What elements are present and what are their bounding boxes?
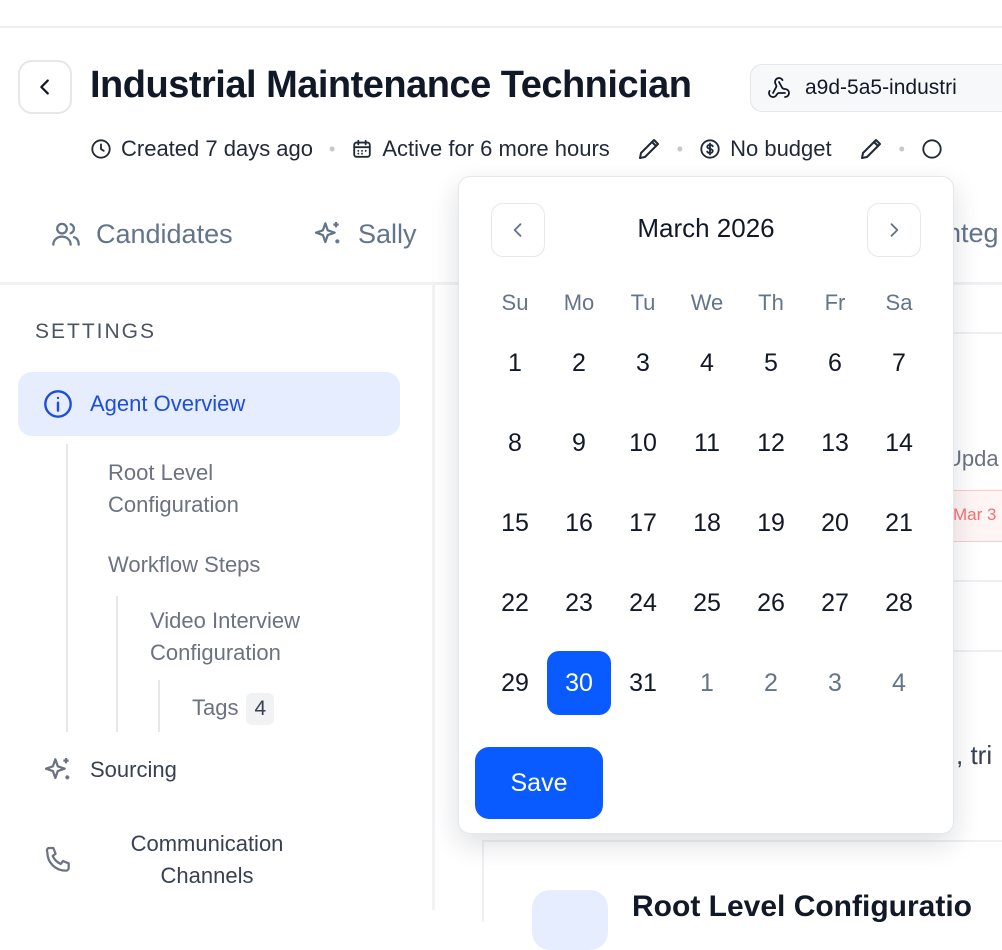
budget-text: No budget bbox=[730, 136, 832, 161]
save-button[interactable]: Save bbox=[475, 747, 603, 819]
tab-label: Sally bbox=[358, 218, 417, 249]
calendar-day[interactable]: 1 bbox=[483, 323, 547, 403]
webhook-icon bbox=[767, 76, 791, 100]
next-month-button[interactable] bbox=[867, 203, 921, 257]
meta-separator: • bbox=[676, 138, 684, 159]
calendar-day[interactable]: 5 bbox=[739, 323, 803, 403]
tree-line bbox=[66, 444, 68, 732]
calendar-day[interactable]: 27 bbox=[803, 563, 867, 643]
date-chip-text: Mar 3 bbox=[953, 505, 997, 524]
calendar-day-next-month[interactable]: 4 bbox=[867, 643, 931, 723]
sidebar-item-label: Communication Channels bbox=[130, 831, 284, 888]
section-heading: Root Level Configuratio bbox=[632, 890, 972, 923]
users-icon bbox=[50, 218, 82, 250]
weekday-label: Su bbox=[501, 290, 529, 315]
date-picker-popover: March 2026 Su Mo Tu We Th Fr Sa 1 2 3 4 … bbox=[458, 176, 954, 834]
sidebar-item-agent-overview[interactable]: Agent Overview bbox=[18, 372, 400, 436]
calendar-day[interactable]: 3 bbox=[611, 323, 675, 403]
calendar-day[interactable]: 31 bbox=[611, 643, 675, 723]
calendar-day-selected[interactable]: 30 bbox=[547, 643, 611, 723]
settings-sidebar: SETTINGS Agent Overview Root Level Confi… bbox=[0, 282, 435, 910]
sidebar-subitem-tags[interactable]: Tags 4 bbox=[192, 692, 275, 725]
meta-separator: • bbox=[898, 138, 905, 159]
calendar-day[interactable]: 25 bbox=[675, 563, 739, 643]
dollar-circle-icon bbox=[699, 138, 721, 160]
calendar-day[interactable]: 4 bbox=[675, 323, 739, 403]
calendar-day[interactable]: 22 bbox=[483, 563, 547, 643]
sidebar-item-label: Sourcing bbox=[90, 757, 177, 782]
info-icon bbox=[42, 388, 74, 420]
calendar-day[interactable]: 26 bbox=[739, 563, 803, 643]
tab-sally[interactable]: Sally bbox=[312, 218, 417, 250]
agent-id-text: a9d-5a5-industri bbox=[805, 76, 957, 99]
selected-day-label: 30 bbox=[547, 651, 611, 715]
sidebar-subitem-video-interview-configuration[interactable]: Video Interview Configuration bbox=[150, 605, 360, 669]
weekday-label: Sa bbox=[885, 290, 913, 315]
created-text: Created 7 days ago bbox=[121, 136, 314, 161]
sidebar-subitem-workflow-steps[interactable]: Workflow Steps bbox=[108, 549, 260, 581]
calendar-day[interactable]: 7 bbox=[867, 323, 931, 403]
calendar-day[interactable]: 16 bbox=[547, 483, 611, 563]
calendar-grid: Su Mo Tu We Th Fr Sa 1 2 3 4 5 6 7 8 9 1… bbox=[483, 283, 931, 723]
active-duration-text: Active for 6 more hours bbox=[382, 136, 610, 161]
calendar-day-next-month[interactable]: 3 bbox=[803, 643, 867, 723]
top-divider bbox=[0, 26, 1002, 28]
calendar-day[interactable]: 9 bbox=[547, 403, 611, 483]
weekday-label: Th bbox=[758, 290, 784, 315]
calendar-day[interactable]: 13 bbox=[803, 403, 867, 483]
sparkles-icon bbox=[312, 218, 344, 250]
sidebar-subitem-root-level-configuration[interactable]: Root Level Configuration bbox=[108, 457, 308, 521]
calendar-day[interactable]: 24 bbox=[611, 563, 675, 643]
calendar-day[interactable]: 10 bbox=[611, 403, 675, 483]
chevron-left-icon bbox=[34, 76, 56, 98]
calendar-day[interactable]: 29 bbox=[483, 643, 547, 723]
tab-candidates[interactable]: Candidates bbox=[50, 218, 233, 250]
weekday-label: Tu bbox=[630, 290, 656, 315]
sidebar-item-label: Agent Overview bbox=[90, 391, 246, 416]
weekday-label: We bbox=[690, 290, 724, 315]
tree-line bbox=[116, 596, 118, 732]
agent-id-chip[interactable]: a9d-5a5-industri bbox=[750, 64, 1002, 112]
calendar-day[interactable]: 28 bbox=[867, 563, 931, 643]
calendar-day[interactable]: 23 bbox=[547, 563, 611, 643]
content-text-fragment: , tri bbox=[956, 740, 993, 770]
calendar-day[interactable]: 8 bbox=[483, 403, 547, 483]
settings-section-label: SETTINGS bbox=[35, 320, 157, 343]
calendar-day[interactable]: 6 bbox=[803, 323, 867, 403]
calendar-day[interactable]: 11 bbox=[675, 403, 739, 483]
chevron-right-icon bbox=[884, 220, 904, 240]
meta-row: Created 7 days ago • Active for 6 more h… bbox=[90, 136, 943, 162]
calendar-day[interactable]: 17 bbox=[611, 483, 675, 563]
calendar-day[interactable]: 15 bbox=[483, 483, 547, 563]
calendar-day[interactable]: 14 bbox=[867, 403, 931, 483]
meta-separator: • bbox=[329, 138, 336, 159]
phone-icon bbox=[42, 844, 74, 876]
weekday-label: Mo bbox=[563, 290, 595, 315]
tags-count-badge: 4 bbox=[246, 693, 275, 725]
weekday-label: Fr bbox=[824, 290, 846, 315]
calendar-day[interactable]: 2 bbox=[547, 323, 611, 403]
calendar-day[interactable]: 18 bbox=[675, 483, 739, 563]
sidebar-item-communication-channels[interactable]: Communication Channels bbox=[42, 828, 312, 892]
edit-duration-pencil-icon[interactable] bbox=[637, 137, 661, 161]
calendar-day[interactable]: 12 bbox=[739, 403, 803, 483]
calendar-day-next-month[interactable]: 2 bbox=[739, 643, 803, 723]
sparkles-icon bbox=[42, 754, 74, 786]
tags-label: Tags bbox=[192, 695, 239, 720]
calendar-day[interactable]: 20 bbox=[803, 483, 867, 563]
back-button[interactable] bbox=[18, 60, 72, 114]
clock-icon bbox=[90, 138, 112, 160]
tree-line bbox=[158, 680, 160, 732]
calendar-icon bbox=[351, 138, 373, 160]
clock-icon bbox=[921, 138, 943, 160]
edit-budget-pencil-icon[interactable] bbox=[859, 137, 883, 161]
sidebar-item-sourcing[interactable]: Sourcing bbox=[42, 754, 177, 786]
calendar-day[interactable]: 19 bbox=[739, 483, 803, 563]
calendar-day[interactable]: 21 bbox=[867, 483, 931, 563]
page-title: Industrial Maintenance Technician bbox=[90, 64, 692, 106]
tab-label: Candidates bbox=[96, 218, 233, 249]
calendar-day-next-month[interactable]: 1 bbox=[675, 643, 739, 723]
section-icon-badge bbox=[532, 890, 608, 950]
